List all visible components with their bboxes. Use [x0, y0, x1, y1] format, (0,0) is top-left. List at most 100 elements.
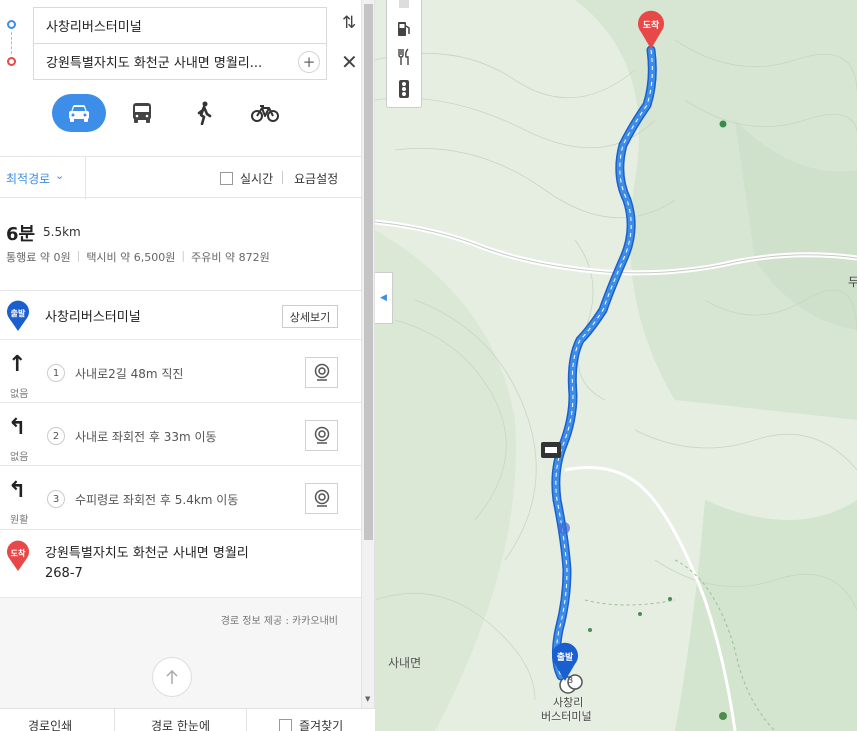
source-credit: 경로 정보 제공 : 카카오내비 — [220, 616, 338, 627]
toll-cost: 통행료 약 0원 — [6, 251, 71, 264]
transport-modes — [0, 94, 362, 134]
start-location-text: 사창리버스터미널 — [46, 20, 142, 35]
fare-settings-link[interactable]: 요금설정 — [294, 170, 338, 187]
favorite-button[interactable]: 즐겨찾기 — [279, 717, 343, 731]
realtime-label: 실시간 — [240, 172, 274, 186]
step-number: 2 — [47, 427, 65, 445]
divider: | — [181, 249, 186, 262]
print-route-button[interactable]: 경로인쇄 — [28, 717, 72, 731]
turn-left-icon: ↰ — [8, 415, 27, 440]
layer-icon-shape — [399, 0, 409, 8]
details-button[interactable]: 상세보기 — [282, 305, 338, 328]
roadview-icon — [314, 489, 329, 507]
walk-icon — [197, 101, 212, 125]
directions-panel: 사창리버스터미널 강원특별자치도 화천군 사내면 명월리... + ⇅ ✕ 최적… — [0, 0, 362, 731]
scroll-top-button[interactable] — [152, 657, 192, 697]
divider — [114, 709, 115, 731]
edge-place-label: 두 — [848, 275, 857, 289]
layer-icon[interactable] — [387, 0, 421, 16]
area-label: 사내면 — [388, 656, 422, 670]
restaurant-icon-shape — [398, 48, 409, 65]
turn-left-icon: ↰ — [8, 478, 27, 503]
swap-route-button[interactable]: ⇅ — [342, 13, 356, 33]
map-canvas — [375, 0, 857, 731]
origin-name: 사창리버스터미널 — [45, 310, 141, 325]
start-marker-icon: 출발 — [7, 300, 30, 331]
route-step[interactable]: ↰ 없음 2 사내로 좌회전 후 33m 이동 — [0, 403, 362, 466]
route-preference-select[interactable]: 최적경로 — [6, 170, 50, 187]
step-instruction: 사내로2길 48m 직진 — [75, 367, 184, 381]
traffic-status: 없음 — [10, 389, 29, 400]
end-badge-text: 도착 — [11, 548, 26, 558]
start-pin-label: 출발 — [556, 653, 574, 663]
route-source: 경로 정보 제공 : 카카오내비 — [0, 598, 362, 708]
chevron-down-icon: ⌄ — [55, 169, 65, 182]
destination-lot: 268-7 — [45, 566, 83, 581]
stop-number: 3 — [568, 676, 574, 685]
collapse-panel-button[interactable]: ◀ — [375, 272, 393, 324]
checkbox-box[interactable] — [220, 172, 233, 185]
add-waypoint-button[interactable]: + — [298, 51, 320, 73]
step-number: 3 — [47, 490, 65, 508]
step-instruction: 사내로 좌회전 후 33m 이동 — [75, 430, 217, 444]
route-options: 최적경로 ⌄ 실시간 요금설정 — [0, 156, 362, 199]
origin-row[interactable]: 출발 사창리버스터미널 상세보기 — [0, 291, 362, 340]
route-summary: 6분 5.5km 통행료 약 0원 | 택시비 약 6,500원 | 주유비 약… — [0, 198, 362, 291]
travel-time: 6분 — [6, 224, 36, 245]
scroll-down-icon[interactable]: ▼ — [365, 695, 370, 703]
step-instruction: 수피령로 좌회전 후 5.4km 이동 — [75, 493, 239, 507]
route-connector — [11, 32, 12, 54]
favorite-label: 즐겨찾기 — [299, 719, 344, 731]
mode-bike-tab[interactable] — [249, 94, 281, 132]
route-step[interactable]: ↑ 없음 1 사내로2길 48m 직진 — [0, 340, 362, 403]
roadview-button[interactable] — [305, 357, 338, 388]
map-end-pin[interactable]: 도착 — [637, 10, 665, 50]
gas-station-icon-shape — [398, 22, 410, 36]
scrollbar-thumb[interactable] — [364, 4, 373, 540]
favorite-checkbox[interactable] — [279, 719, 292, 731]
mode-walk-tab[interactable] — [189, 94, 219, 132]
destination-address: 강원특별자치도 화천군 사내면 명월리 — [45, 546, 249, 561]
end-dot-icon — [7, 57, 16, 66]
map-start-pin[interactable]: 출발 — [551, 642, 579, 681]
car-icon — [69, 105, 89, 122]
traffic-light-icon-shape — [399, 80, 409, 98]
arrow-up-icon — [166, 669, 178, 684]
bike-icon — [251, 105, 279, 122]
gas-station-icon[interactable] — [387, 16, 421, 42]
mode-bus-tab[interactable] — [127, 94, 157, 132]
divider: | — [76, 249, 81, 262]
end-pin-label: 도착 — [642, 21, 660, 31]
destination-name: 강원특별자치도 화천군 사내면 명월리 268-7 — [45, 544, 249, 584]
close-route-button[interactable]: ✕ — [341, 50, 358, 74]
roadview-icon — [314, 363, 329, 381]
roadview-button[interactable] — [305, 483, 338, 514]
route-overview-button[interactable]: 경로 한눈에 — [151, 717, 210, 731]
end-marker-icon: 도착 — [7, 540, 30, 571]
panel-footer: 경로인쇄 경로 한눈에 즐겨찾기 — [0, 708, 375, 731]
route-inputs: 사창리버스터미널 강원특별자치도 화천군 사내면 명월리... + ⇅ ✕ — [0, 0, 362, 90]
straight-arrow-icon: ↑ — [8, 352, 27, 377]
route-step[interactable]: ↰ 원활 3 수피령로 좌회전 후 5.4km 이동 — [0, 466, 362, 530]
realtime-checkbox[interactable]: 실시간 — [220, 170, 273, 187]
cost-summary: 통행료 약 0원 | 택시비 약 6,500원 | 주유비 약 872원 — [6, 249, 270, 265]
poi-label-line2[interactable]: 버스터미널 — [541, 708, 592, 724]
start-dot-icon — [7, 20, 16, 29]
start-location-input[interactable]: 사창리버스터미널 — [33, 7, 327, 43]
destination-row[interactable]: 도착 강원특별자치도 화천군 사내면 명월리 268-7 — [0, 530, 362, 598]
divider — [282, 171, 283, 184]
divider — [246, 709, 247, 731]
traffic-light-icon[interactable] — [387, 76, 421, 102]
end-location-input[interactable]: 강원특별자치도 화천군 사내면 명월리... + — [33, 43, 327, 80]
bus-icon — [133, 103, 151, 123]
traffic-status: 원활 — [10, 515, 29, 526]
map-view[interactable]: ◀ 도착 출발 3 사내면 사창리 버스터미널 두 — [375, 0, 857, 731]
roadview-button[interactable] — [305, 420, 338, 451]
mode-car-tab[interactable] — [52, 94, 106, 132]
roadview-icon — [314, 426, 329, 444]
map-toolbar — [386, 0, 422, 108]
panel-scrollbar[interactable]: ▼ — [361, 0, 375, 731]
end-location-text: 강원특별자치도 화천군 사내면 명월리... — [46, 56, 263, 71]
restaurant-icon[interactable] — [387, 44, 421, 70]
step-number: 1 — [47, 364, 65, 382]
